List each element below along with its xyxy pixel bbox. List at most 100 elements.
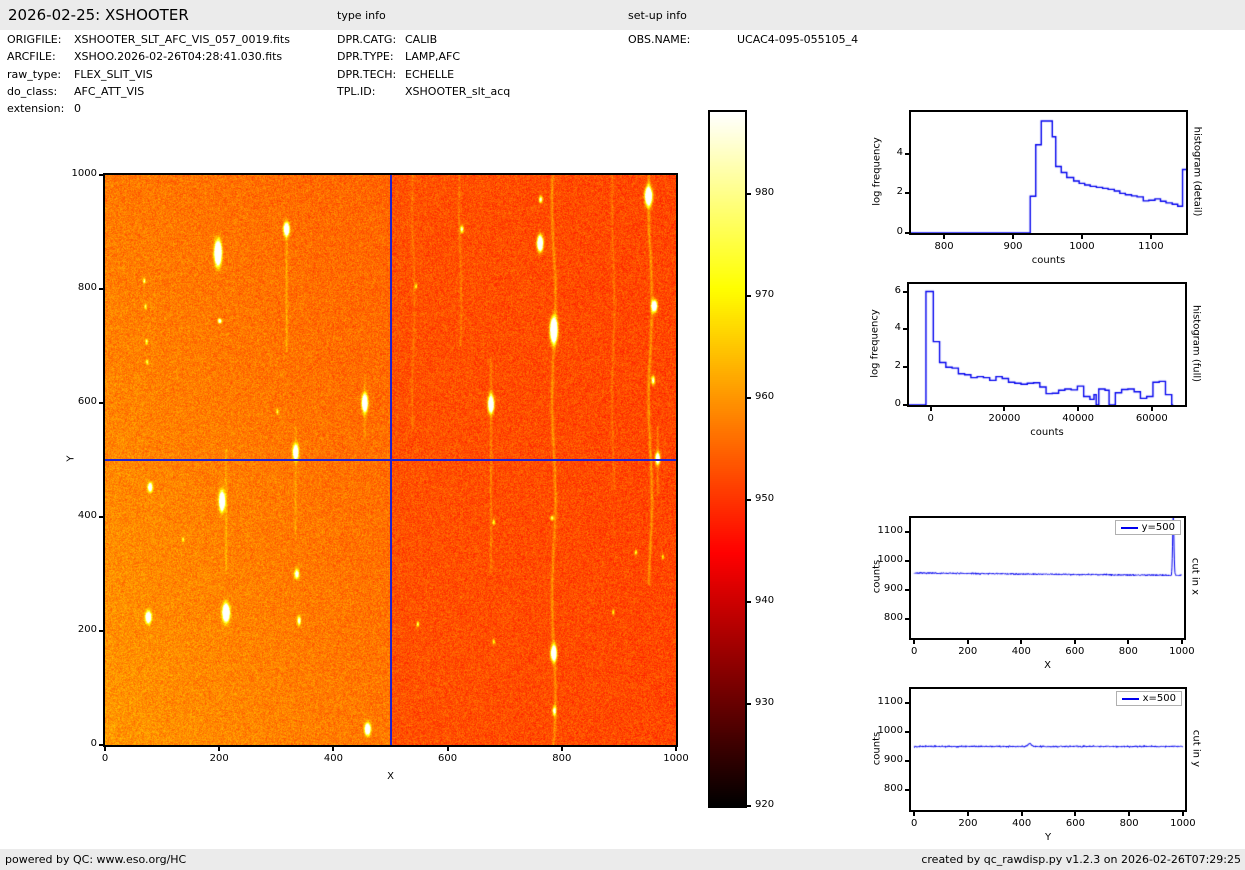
cut-in-y-plot-canvas — [911, 689, 1185, 810]
y-tick — [905, 153, 909, 155]
x-tick-label: 1100 — [1131, 241, 1171, 252]
y-tick-label: 4 — [861, 322, 901, 333]
x-tick — [1012, 235, 1014, 239]
footer-credit-left: powered by QC: www.eso.org/HC — [5, 853, 186, 866]
histogram-detail-plot — [909, 110, 1188, 235]
x-tick — [1128, 812, 1130, 816]
colorbar-tick-label: 920 — [755, 799, 774, 810]
x-tick-label: 1000 — [1062, 241, 1102, 252]
y-tick-label: 0 — [57, 738, 97, 749]
metadata-value-left: 0 — [74, 102, 81, 115]
y-tick — [99, 288, 103, 290]
metadata-label-left: ORIGFILE: — [7, 33, 61, 46]
metadata-label-left: raw_type: — [7, 68, 61, 81]
side-label: cut in x — [1190, 517, 1201, 637]
legend-line-swatch — [1122, 698, 1139, 700]
main-image-plot — [103, 173, 678, 747]
x-tick — [561, 747, 563, 751]
x-axis-label: counts — [1009, 255, 1089, 266]
histogram-full-plot — [907, 282, 1187, 407]
x-axis-label: counts — [1007, 427, 1087, 438]
x-tick-label: 800 — [1108, 646, 1148, 657]
y-tick-label: 6 — [861, 285, 901, 296]
footer-bar: powered by QC: www.eso.org/HC created by… — [0, 849, 1245, 870]
colorbar-tick-label: 940 — [755, 595, 774, 606]
x-tick — [943, 235, 945, 239]
x-tick-label: 600 — [1055, 646, 1095, 657]
metadata-value-type-info: ECHELLE — [405, 68, 454, 81]
x-tick — [1020, 640, 1022, 644]
x-tick-label: 400 — [1002, 818, 1042, 829]
metadata-label-setup-info: OBS.NAME: — [628, 33, 690, 46]
y-tick-label: 2 — [861, 360, 901, 371]
y-axis-label: counts — [872, 698, 883, 798]
x-tick-label: 0 — [85, 753, 125, 764]
x-tick-label: 600 — [428, 753, 468, 764]
metadata-label-type-info: DPR.TECH: — [337, 68, 396, 81]
x-tick-label: 0 — [911, 413, 951, 424]
metadata-value-left: AFC_ATT_VIS — [74, 85, 144, 98]
x-tick-label: 200 — [948, 818, 988, 829]
y-tick — [99, 744, 103, 746]
y-tick-label: 1000 — [863, 554, 903, 565]
y-tick-label: 2 — [863, 186, 903, 197]
y-tick — [905, 589, 909, 591]
type-info-section-label: type info — [337, 9, 386, 22]
footer-credit-right: created by qc_rawdisp.py v1.2.3 on 2026-… — [921, 853, 1241, 866]
x-tick — [913, 812, 915, 816]
side-label: histogram (full) — [1191, 283, 1202, 403]
y-tick — [903, 328, 907, 330]
x-tick — [1077, 407, 1079, 411]
colorbar-tick — [747, 193, 751, 195]
y-tick — [903, 366, 907, 368]
y-tick — [99, 630, 103, 632]
colorbar-tick-label: 970 — [755, 289, 774, 300]
y-tick-label: 600 — [57, 396, 97, 407]
colorbar-tick-label: 960 — [755, 391, 774, 402]
legend-label: y=500 — [1142, 522, 1175, 533]
x-tick-label: 0 — [894, 818, 934, 829]
x-tick — [930, 407, 932, 411]
setup-info-section-label: set-up info — [628, 9, 687, 22]
x-tick — [1151, 407, 1153, 411]
colorbar-tick-label: 980 — [755, 187, 774, 198]
y-axis-label: log frequency — [870, 293, 881, 393]
y-tick — [905, 560, 909, 562]
x-tick — [332, 747, 334, 751]
y-tick-label: 800 — [863, 612, 903, 623]
colorbar-canvas — [710, 112, 745, 806]
x-tick-label: 1000 — [1162, 646, 1202, 657]
x-tick — [1021, 812, 1023, 816]
x-tick-label: 200 — [199, 753, 239, 764]
x-tick-label: 800 — [542, 753, 582, 764]
metadata-label-type-info: DPR.CATG: — [337, 33, 396, 46]
y-tick — [903, 404, 907, 406]
y-tick-label: 0 — [863, 226, 903, 237]
y-tick-label: 1000 — [863, 725, 903, 736]
x-tick — [447, 747, 449, 751]
x-tick-label: 900 — [993, 241, 1033, 252]
cut-in-x-plot: y=500 — [909, 516, 1186, 640]
colorbar-tick — [747, 397, 751, 399]
metadata-value-setup-info: UCAC4-095-055105_4 — [737, 33, 858, 46]
colorbar-tick-label: 930 — [755, 697, 774, 708]
y-tick-label: 0 — [861, 398, 901, 409]
x-tick — [967, 812, 969, 816]
y-axis-label: counts — [872, 527, 883, 627]
header-bar: 2026-02-25: XSHOOTER type info set-up in… — [0, 0, 1245, 30]
legend-label: x=500 — [1143, 693, 1176, 704]
y-tick-label: 900 — [863, 583, 903, 594]
colorbar-tick-label: 950 — [755, 493, 774, 504]
y-tick-label: 800 — [863, 783, 903, 794]
x-tick-label: 200 — [948, 646, 988, 657]
colorbar-tick — [747, 499, 751, 501]
metadata-label-left: extension: — [7, 102, 64, 115]
y-tick — [905, 192, 909, 194]
x-tick-label: 60000 — [1132, 413, 1172, 424]
y-tick-label: 1000 — [57, 168, 97, 179]
colorbar — [708, 110, 747, 808]
x-tick — [675, 747, 677, 751]
y-tick-label: 900 — [863, 754, 903, 765]
x-tick-label: 600 — [1055, 818, 1095, 829]
y-tick — [905, 702, 909, 704]
